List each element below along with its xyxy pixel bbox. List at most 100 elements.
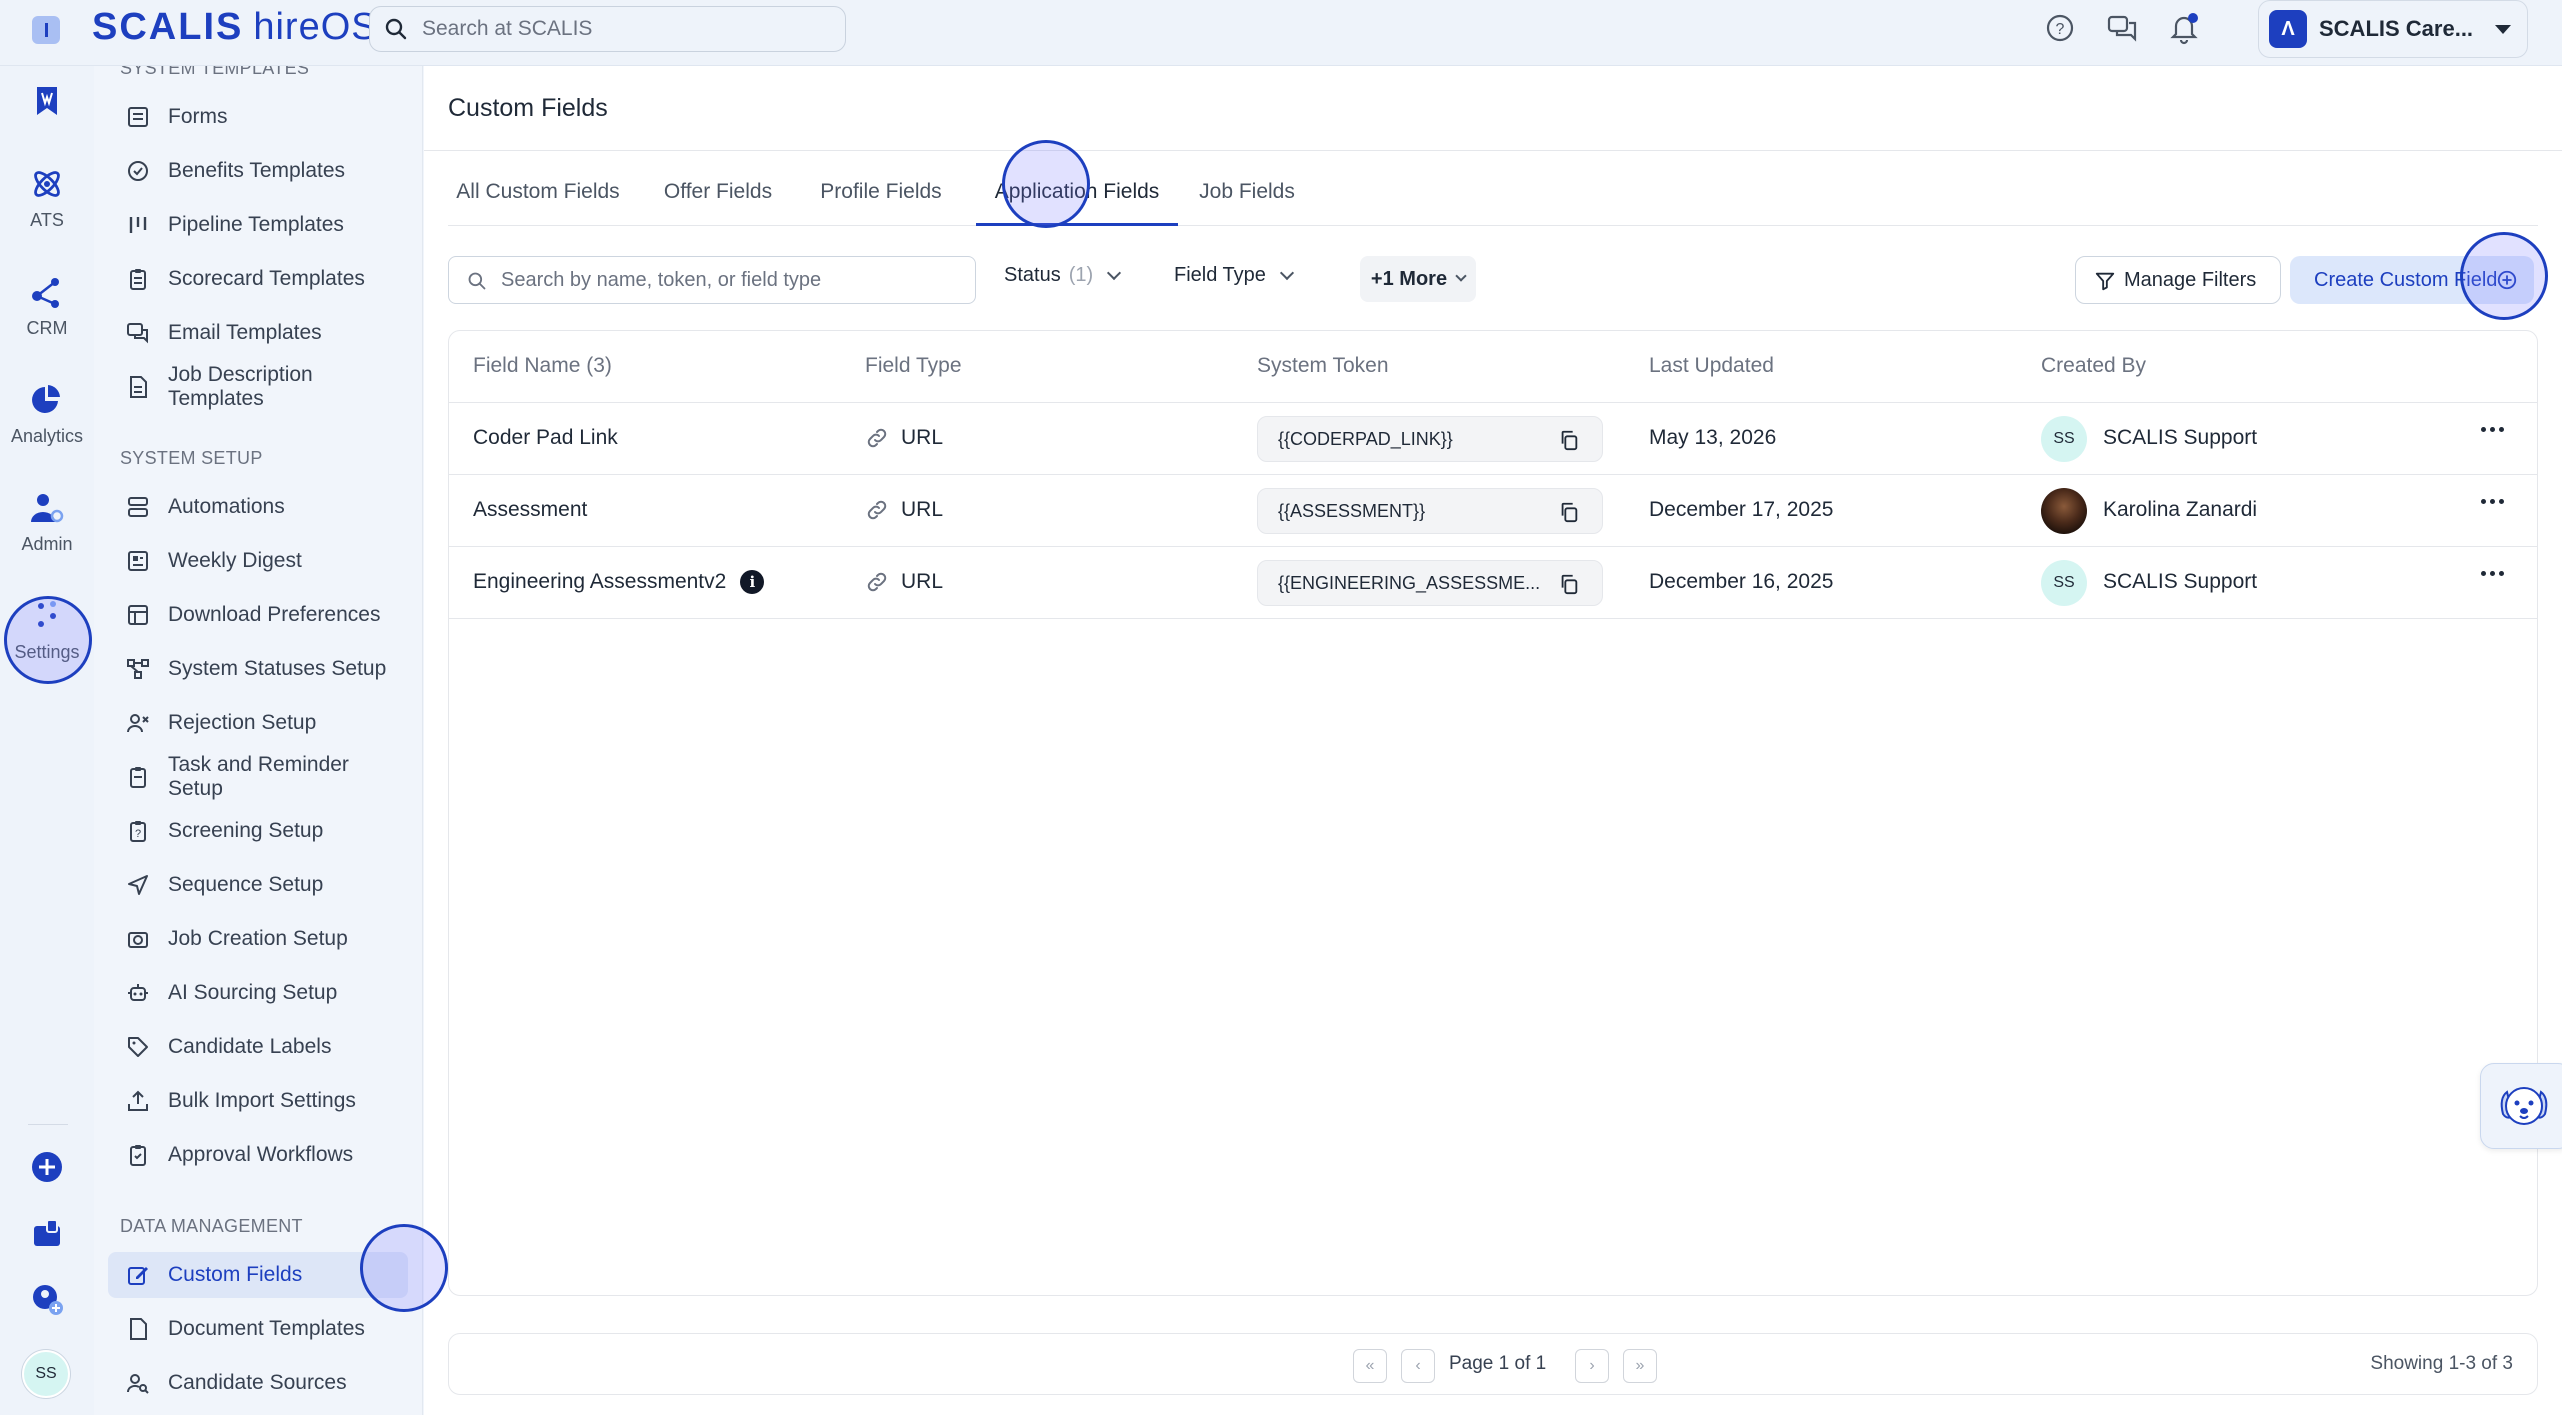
nav-item-approval-workflows[interactable]: Approval Workflows bbox=[108, 1132, 408, 1178]
field-name-cell[interactable]: Engineering Assessmentv2 i bbox=[473, 570, 765, 595]
table-header: Field Name (3) Field Type System Token L… bbox=[449, 331, 2537, 403]
help-icon[interactable]: ? bbox=[2044, 10, 2076, 46]
rail-item-ats[interactable]: ATS bbox=[0, 166, 94, 231]
field-type-filter-dropdown[interactable]: Field Type bbox=[1174, 264, 1294, 287]
link-icon bbox=[867, 500, 887, 520]
app-logo[interactable]: SCALIS hireOS bbox=[92, 6, 378, 56]
automation-icon bbox=[128, 497, 148, 517]
last-updated: December 17, 2025 bbox=[1649, 498, 1834, 521]
field-type: URL bbox=[865, 498, 943, 522]
prev-page-icon[interactable]: ‹ bbox=[1401, 1349, 1435, 1383]
rail-label-analytics: Analytics bbox=[10, 426, 84, 446]
main-content: Custom Fields All Custom Fields Offer Fi… bbox=[424, 66, 2562, 1415]
nav-item-email-templates[interactable]: Email Templates bbox=[108, 310, 408, 356]
add-user-icon[interactable] bbox=[30, 1282, 64, 1316]
nav-item-bulk-import-settings[interactable]: Bulk Import Settings bbox=[108, 1078, 408, 1124]
field-name[interactable]: Coder Pad Link bbox=[473, 426, 618, 450]
last-page-icon[interactable]: » bbox=[1623, 1349, 1657, 1383]
nav-section-data-management: DATA MANAGEMENT bbox=[120, 1216, 303, 1236]
nav-item-job-description-templates[interactable]: Job Description Templates bbox=[108, 363, 408, 410]
global-search-input[interactable]: Search at SCALIS bbox=[369, 6, 846, 52]
tab-application-fields[interactable]: Application Fields bbox=[976, 180, 1178, 226]
spreadsheet-icon bbox=[128, 605, 148, 625]
nav-item-benefits-templates[interactable]: Benefits Templates bbox=[108, 148, 408, 194]
tab-all-custom-fields[interactable]: All Custom Fields bbox=[448, 180, 628, 226]
tab-job-fields[interactable]: Job Fields bbox=[1192, 180, 1302, 226]
upload-icon bbox=[128, 1090, 148, 1111]
field-search-input[interactable]: Search by name, token, or field type bbox=[448, 256, 976, 304]
sidebar-toggle-icon[interactable] bbox=[32, 16, 60, 44]
nav-item-document-templates[interactable]: Document Templates bbox=[108, 1306, 408, 1352]
copy-icon[interactable] bbox=[1558, 573, 1580, 595]
copy-icon[interactable] bbox=[1558, 501, 1580, 523]
tab-profile-fields[interactable]: Profile Fields bbox=[806, 180, 956, 226]
row-more-icon[interactable] bbox=[2481, 571, 2504, 576]
column-header-last-updated[interactable]: Last Updated bbox=[1649, 354, 1774, 378]
nav-item-task-and-reminder-setup[interactable]: Task and Reminder Setup bbox=[108, 753, 408, 800]
info-icon[interactable]: i bbox=[740, 570, 765, 595]
nav-item-job-creation-setup[interactable]: Job Creation Setup bbox=[108, 916, 408, 962]
status-filter-count: (1) bbox=[1068, 264, 1094, 286]
copy-icon[interactable] bbox=[1558, 429, 1580, 451]
more-filters-button[interactable]: +1 More bbox=[1360, 256, 1476, 302]
nav-item-label: Job Creation Setup bbox=[168, 927, 348, 950]
nav-item-label: Bulk Import Settings bbox=[168, 1089, 356, 1112]
job-board-icon[interactable] bbox=[30, 1216, 64, 1250]
top-bar: SCALIS hireOS Search at SCALIS ? Λ SCALI… bbox=[0, 0, 2562, 66]
nav-item-automations[interactable]: Automations bbox=[108, 484, 408, 530]
create-custom-field-button[interactable]: Create Custom Field bbox=[2290, 256, 2534, 304]
rail-item-admin[interactable]: Admin bbox=[0, 490, 94, 555]
column-header-created-by[interactable]: Created By bbox=[2041, 354, 2146, 378]
nav-item-rejection-setup[interactable]: Rejection Setup bbox=[108, 700, 408, 746]
creator-name: SCALIS Support bbox=[2103, 426, 2258, 449]
nav-item-label: Candidate Labels bbox=[168, 1035, 332, 1058]
first-page-icon[interactable]: « bbox=[1353, 1349, 1387, 1383]
nav-item-screening-setup[interactable]: ? Screening Setup bbox=[108, 808, 408, 854]
rail-divider bbox=[28, 1124, 68, 1125]
nav-item-candidate-labels[interactable]: Candidate Labels bbox=[108, 1024, 408, 1070]
nav-item-system-statuses-setup[interactable]: System Statuses Setup bbox=[108, 646, 408, 692]
nav-item-label: Weekly Digest bbox=[168, 549, 302, 572]
chevron-down-icon bbox=[1279, 265, 1294, 280]
tab-bar: All Custom Fields Offer Fields Profile F… bbox=[448, 180, 2538, 226]
row-more-icon[interactable] bbox=[2481, 427, 2504, 432]
nav-item-weekly-digest[interactable]: Weekly Digest bbox=[108, 538, 408, 584]
nav-item-ai-sourcing-setup[interactable]: AI Sourcing Setup bbox=[108, 970, 408, 1016]
nav-item-sequence-setup[interactable]: Sequence Setup bbox=[108, 862, 408, 908]
column-header-system-token[interactable]: System Token bbox=[1257, 354, 1389, 378]
table-row[interactable]: Engineering Assessmentv2 i URL {{ENGINEER… bbox=[449, 547, 2537, 619]
rail-item-analytics[interactable]: Analytics bbox=[0, 382, 94, 447]
rail-item-bookmarks[interactable] bbox=[0, 84, 94, 126]
notifications-icon[interactable] bbox=[2168, 10, 2200, 46]
form-icon bbox=[128, 107, 148, 127]
add-circle-icon[interactable] bbox=[30, 1150, 64, 1184]
organization-logo: Λ bbox=[2269, 10, 2307, 48]
organization-switcher[interactable]: Λ SCALIS Care... bbox=[2258, 0, 2528, 58]
rail-item-settings[interactable]: Settings bbox=[0, 598, 94, 663]
send-icon bbox=[128, 875, 148, 895]
nav-item-candidate-sources[interactable]: Candidate Sources bbox=[108, 1360, 408, 1406]
column-header-field-name[interactable]: Field Name (3) bbox=[473, 354, 612, 378]
nav-item-forms[interactable]: Forms bbox=[108, 94, 408, 140]
user-avatar[interactable]: SS bbox=[22, 1350, 70, 1398]
nav-item-download-preferences[interactable]: Download Preferences bbox=[108, 592, 408, 638]
nav-item-label: Rejection Setup bbox=[168, 711, 317, 734]
column-header-field-type[interactable]: Field Type bbox=[865, 354, 962, 378]
row-more-icon[interactable] bbox=[2481, 499, 2504, 504]
nav-item-label: Job Description Templates bbox=[168, 363, 313, 410]
field-name[interactable]: Assessment bbox=[473, 498, 587, 522]
nav-item-scorecard-templates[interactable]: Scorecard Templates bbox=[108, 256, 408, 302]
nav-item-pipeline-templates[interactable]: Pipeline Templates bbox=[108, 202, 408, 248]
table-row[interactable]: Assessment URL {{ASSESSMENT}} December 1… bbox=[449, 475, 2537, 547]
manage-filters-button[interactable]: Manage Filters bbox=[2075, 256, 2281, 304]
table-row[interactable]: Coder Pad Link URL {{CODERPAD_LINK}} May… bbox=[449, 403, 2537, 475]
status-filter-dropdown[interactable]: Status (1) bbox=[1004, 264, 1122, 287]
brand-name: SCALIS bbox=[92, 6, 244, 48]
rail-item-crm[interactable]: CRM bbox=[0, 274, 94, 339]
assistant-button[interactable] bbox=[2480, 1063, 2562, 1149]
next-page-icon[interactable]: › bbox=[1575, 1349, 1609, 1383]
nav-item-custom-fields[interactable]: Custom Fields bbox=[108, 1252, 408, 1298]
nav-item-label: Approval Workflows bbox=[168, 1143, 354, 1166]
messages-icon[interactable] bbox=[2106, 10, 2138, 46]
tab-offer-fields[interactable]: Offer Fields bbox=[648, 180, 788, 226]
